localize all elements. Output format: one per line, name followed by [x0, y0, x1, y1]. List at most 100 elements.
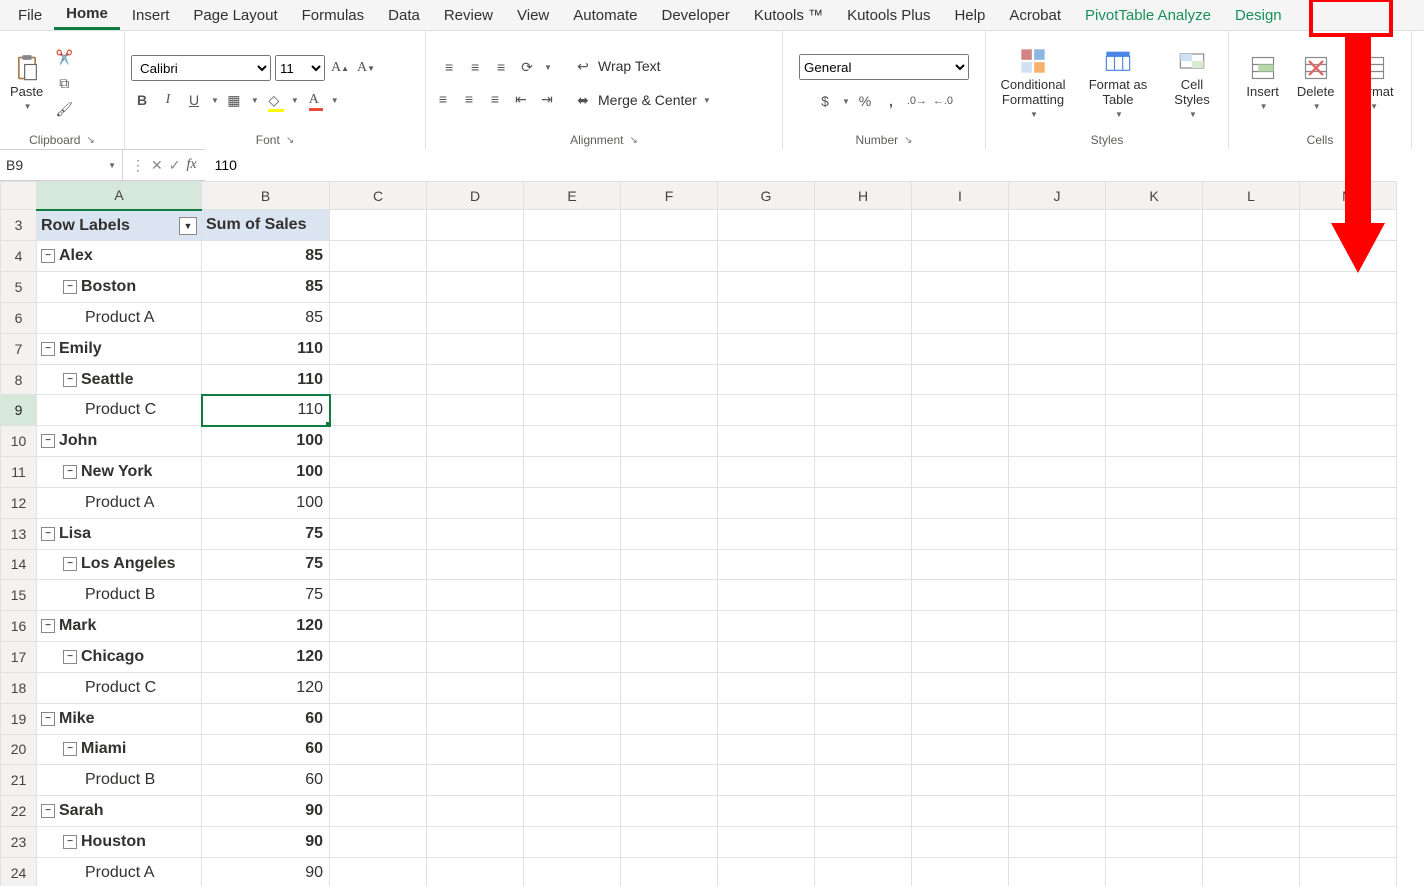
- cell-M3[interactable]: [1300, 210, 1397, 241]
- cell-H7[interactable]: [815, 333, 912, 364]
- cell-J5[interactable]: [1009, 272, 1106, 303]
- cell-L9[interactable]: [1203, 395, 1300, 426]
- cell-H6[interactable]: [815, 302, 912, 333]
- cell-H13[interactable]: [815, 518, 912, 549]
- borders-button[interactable]: ▦: [223, 89, 245, 111]
- alignment-launcher[interactable]: ↘: [629, 135, 637, 146]
- cell-L21[interactable]: [1203, 765, 1300, 796]
- cell-J24[interactable]: [1009, 857, 1106, 886]
- collapse-icon[interactable]: −: [41, 249, 55, 263]
- cell-D4[interactable]: [427, 241, 524, 272]
- cell-L5[interactable]: [1203, 272, 1300, 303]
- cell-A3[interactable]: Row Labels▼: [37, 210, 202, 241]
- cell-A4[interactable]: −Alex: [37, 241, 202, 272]
- cell-L15[interactable]: [1203, 580, 1300, 611]
- cell-H14[interactable]: [815, 549, 912, 580]
- cell-G22[interactable]: [718, 796, 815, 827]
- row-header-19[interactable]: 19: [1, 703, 37, 734]
- cell-J18[interactable]: [1009, 672, 1106, 703]
- col-header-D[interactable]: D: [427, 182, 524, 210]
- row-header-13[interactable]: 13: [1, 518, 37, 549]
- cell-K23[interactable]: [1106, 827, 1203, 858]
- cell-K21[interactable]: [1106, 765, 1203, 796]
- align-bottom-button[interactable]: ≡: [490, 56, 512, 78]
- cell-J4[interactable]: [1009, 241, 1106, 272]
- cell-J21[interactable]: [1009, 765, 1106, 796]
- cell-G7[interactable]: [718, 333, 815, 364]
- cell-M12[interactable]: [1300, 487, 1397, 518]
- cell-I21[interactable]: [912, 765, 1009, 796]
- cell-B21[interactable]: 60: [202, 765, 330, 796]
- cell-E13[interactable]: [524, 518, 621, 549]
- row-header-16[interactable]: 16: [1, 611, 37, 642]
- merge-center-button[interactable]: ⬌ Merge & Center ▼: [572, 89, 711, 111]
- tab-formulas[interactable]: Formulas: [290, 2, 377, 29]
- cell-D24[interactable]: [427, 857, 524, 886]
- cell-G3[interactable]: [718, 210, 815, 241]
- row-header-18[interactable]: 18: [1, 672, 37, 703]
- cell-M23[interactable]: [1300, 827, 1397, 858]
- cell-C22[interactable]: [330, 796, 427, 827]
- cell-H5[interactable]: [815, 272, 912, 303]
- cell-L19[interactable]: [1203, 703, 1300, 734]
- cell-D19[interactable]: [427, 703, 524, 734]
- cell-F19[interactable]: [621, 703, 718, 734]
- row-header-10[interactable]: 10: [1, 426, 37, 457]
- cell-C9[interactable]: [330, 395, 427, 426]
- cell-E17[interactable]: [524, 642, 621, 673]
- cell-I4[interactable]: [912, 241, 1009, 272]
- row-header-17[interactable]: 17: [1, 642, 37, 673]
- cell-L22[interactable]: [1203, 796, 1300, 827]
- cell-J9[interactable]: [1009, 395, 1106, 426]
- align-middle-button[interactable]: ≡: [464, 56, 486, 78]
- cell-L23[interactable]: [1203, 827, 1300, 858]
- cell-C23[interactable]: [330, 827, 427, 858]
- cell-E22[interactable]: [524, 796, 621, 827]
- cell-I24[interactable]: [912, 857, 1009, 886]
- cell-E4[interactable]: [524, 241, 621, 272]
- tab-pivottable-analyze[interactable]: PivotTable Analyze: [1073, 2, 1223, 29]
- tab-home[interactable]: Home: [54, 0, 120, 30]
- formula-more-icon[interactable]: ⋮: [131, 157, 145, 174]
- cell-L10[interactable]: [1203, 426, 1300, 457]
- row-header-11[interactable]: 11: [1, 457, 37, 488]
- cell-C17[interactable]: [330, 642, 427, 673]
- cell-L16[interactable]: [1203, 611, 1300, 642]
- increase-decimal-button[interactable]: .0→: [906, 90, 928, 112]
- collapse-icon[interactable]: −: [41, 434, 55, 448]
- cell-C11[interactable]: [330, 457, 427, 488]
- cell-D7[interactable]: [427, 333, 524, 364]
- collapse-icon[interactable]: −: [63, 650, 77, 664]
- cell-I20[interactable]: [912, 734, 1009, 765]
- cell-D23[interactable]: [427, 827, 524, 858]
- enter-icon[interactable]: ✓: [169, 157, 181, 174]
- row-header-4[interactable]: 4: [1, 241, 37, 272]
- row-header-12[interactable]: 12: [1, 487, 37, 518]
- cell-A23[interactable]: −Houston: [37, 827, 202, 858]
- col-header-K[interactable]: K: [1106, 182, 1203, 210]
- tab-insert[interactable]: Insert: [120, 2, 182, 29]
- cell-D10[interactable]: [427, 426, 524, 457]
- row-header-21[interactable]: 21: [1, 765, 37, 796]
- cell-D6[interactable]: [427, 302, 524, 333]
- row-header-6[interactable]: 6: [1, 302, 37, 333]
- row-header-14[interactable]: 14: [1, 549, 37, 580]
- cell-F23[interactable]: [621, 827, 718, 858]
- cell-M6[interactable]: [1300, 302, 1397, 333]
- cell-G4[interactable]: [718, 241, 815, 272]
- cell-M15[interactable]: [1300, 580, 1397, 611]
- clipboard-launcher[interactable]: ↘: [86, 135, 94, 146]
- col-header-B[interactable]: B: [202, 182, 330, 210]
- cell-D21[interactable]: [427, 765, 524, 796]
- cell-L20[interactable]: [1203, 734, 1300, 765]
- cut-button[interactable]: ✂️: [53, 46, 75, 68]
- row-header-15[interactable]: 15: [1, 580, 37, 611]
- format-as-table-button[interactable]: Format as Table▼: [1083, 45, 1153, 122]
- cell-D13[interactable]: [427, 518, 524, 549]
- cell-E11[interactable]: [524, 457, 621, 488]
- cell-G9[interactable]: [718, 395, 815, 426]
- cell-H11[interactable]: [815, 457, 912, 488]
- cell-A5[interactable]: −Boston: [37, 272, 202, 303]
- align-center-button[interactable]: ≡: [458, 88, 480, 110]
- cell-J23[interactable]: [1009, 827, 1106, 858]
